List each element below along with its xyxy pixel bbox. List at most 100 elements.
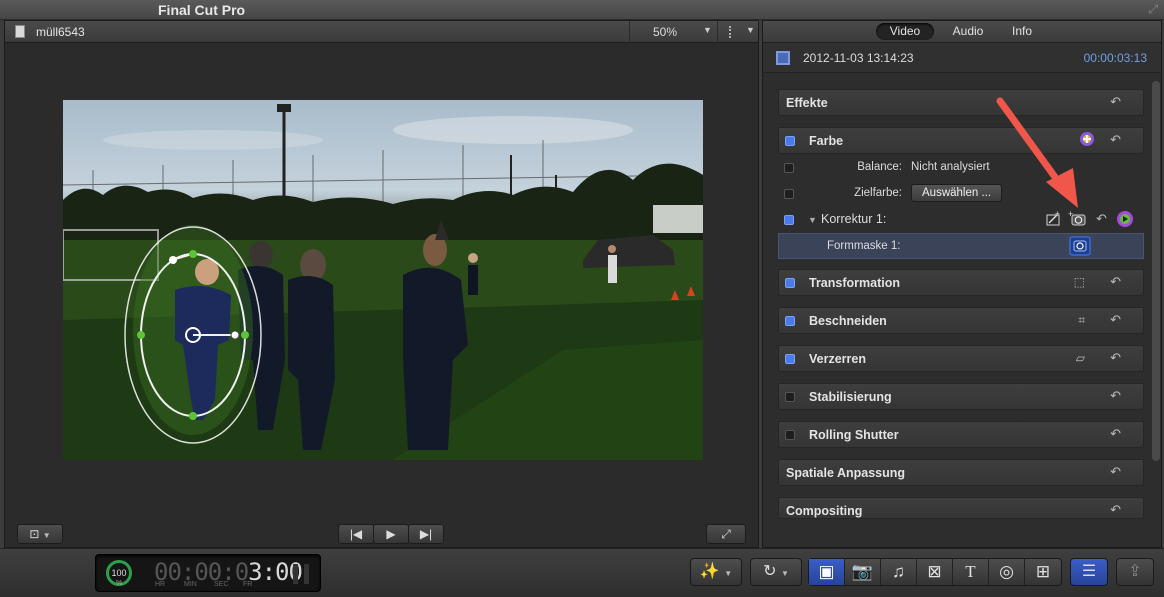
transitions-browser-icon[interactable]: ⊠ (917, 559, 953, 585)
tab-audio[interactable]: Audio (940, 23, 996, 40)
enhancements-button[interactable]: ✨ ▼ (690, 558, 742, 586)
dashboard[interactable]: 100 % 00:00:03:00 HR MIN SEC FR (95, 554, 321, 592)
reset-icon[interactable]: ↶ (1110, 388, 1121, 404)
fullscreen-button[interactable]: ⤢ (706, 524, 746, 544)
progress-value: 100 (111, 568, 127, 578)
reset-icon[interactable]: ↶ (1110, 502, 1121, 518)
beschneiden-enable-checkbox[interactable] (785, 316, 795, 326)
skip-back-icon: |◀ (349, 527, 363, 541)
inspector-scrollbar[interactable] (1152, 81, 1160, 461)
section-stabilisierung[interactable]: Stabilisierung ↶ (778, 383, 1144, 410)
tab-info[interactable]: Info (999, 23, 1045, 40)
title-bar: Final Cut Pro ⤢ (0, 0, 1164, 20)
unit-min: MIN (184, 581, 197, 588)
section-rolling-shutter[interactable]: Rolling Shutter ↶ (778, 421, 1144, 448)
video-clip-icon (776, 51, 790, 65)
reset-icon[interactable]: ↶ (1110, 464, 1121, 480)
viewer-header: müll6543 50% ▼ ▼ (5, 21, 758, 43)
zoom-dropdown-icon[interactable]: ▼ (703, 25, 712, 35)
music-browser-icon[interactable]: ♫ (881, 559, 917, 585)
play-button[interactable]: ▶ (373, 524, 409, 544)
rolling-shutter-enable-checkbox[interactable] (785, 430, 795, 440)
reset-icon[interactable]: ↶ (1110, 350, 1121, 366)
browser-toggle-group: ▣ 📷 ♫ ⊠ T ◎ ⊞ (808, 558, 1062, 586)
section-effekte[interactable]: Effekte ↶ (778, 89, 1144, 116)
retime-button[interactable]: ↻ ▼ (750, 558, 802, 586)
inspector-toggle-button[interactable]: ☰ (1070, 558, 1108, 586)
pause-icon (293, 564, 309, 584)
titles-browser-icon[interactable]: T (953, 559, 989, 585)
section-beschneiden[interactable]: Beschneiden ⌗ ↶ (778, 307, 1144, 334)
section-compositing[interactable]: Compositing ↶ (778, 497, 1144, 519)
annotation-arrow-icon (996, 97, 1078, 208)
formmaske-label: Formmaske 1: (827, 240, 901, 252)
generators-browser-icon[interactable]: ◎ (989, 559, 1025, 585)
color-board-icon[interactable] (1116, 210, 1134, 231)
unit-sec: SEC (214, 581, 229, 588)
section-spatiale-anpassung[interactable]: Spatiale Anpassung ↶ (778, 459, 1144, 486)
section-label: Rolling Shutter (809, 428, 899, 442)
section-label: Farbe (809, 134, 844, 148)
inspector-panel: Video Audio Info 2012-11-03 13:14:23 00:… (762, 20, 1162, 548)
zoom-level[interactable]: 50% (653, 25, 677, 39)
event-browser-icon[interactable]: ▣ (809, 559, 845, 585)
share-icon: ⇪ (1128, 563, 1142, 580)
transform-icon[interactable]: ⬚ (1074, 275, 1085, 289)
transformation-enable-checkbox[interactable] (785, 278, 795, 288)
zielfarbe-checkbox[interactable] (784, 189, 794, 199)
reset-icon[interactable]: ↶ (1110, 274, 1121, 290)
reset-icon[interactable]: ↶ (1110, 426, 1121, 442)
video-frame[interactable] (63, 100, 703, 460)
clip-name: müll6543 (36, 25, 85, 39)
korrektur-row: ▼ Korrektur 1: + + ↶ (778, 207, 1144, 233)
section-label: Beschneiden (809, 314, 887, 328)
divider (629, 21, 630, 43)
dropdown-icon: ▼ (780, 569, 789, 578)
balance-row: Balance: Nicht analysiert (778, 155, 1144, 181)
reset-icon[interactable]: ↶ (1096, 211, 1107, 227)
unit-fr: FR (243, 581, 253, 588)
viewer-overlay-button[interactable]: ⊡ ▼ (17, 524, 63, 544)
final-cut-pro-window: Final Cut Pro ⤢ müll6543 50% ▼ ▼ ⊡ ▼ |◀ … (0, 0, 1164, 597)
formmaske-row[interactable]: Formmaske 1: (778, 233, 1144, 259)
clip-duration: 00:00:03:13 (1083, 51, 1147, 65)
dropdown-icon: ▼ (724, 569, 733, 578)
reset-icon[interactable]: ↶ (1110, 312, 1121, 328)
themes-browser-icon[interactable]: ⊞ (1025, 559, 1061, 585)
stabilisierung-enable-checkbox[interactable] (785, 392, 795, 402)
fullscreen-icon[interactable]: ⤢ (1148, 2, 1158, 17)
reset-icon[interactable]: ↶ (1110, 132, 1121, 148)
inspector-icon: ☰ (1081, 563, 1097, 580)
tab-video[interactable]: Video (876, 23, 934, 40)
go-to-start-button[interactable]: |◀ (338, 524, 374, 544)
clip-info-header: 2012-11-03 13:14:23 00:00:03:13 (763, 43, 1161, 73)
section-label: Stabilisierung (809, 390, 892, 404)
document-icon (15, 25, 25, 38)
shape-mask-toggle-icon[interactable] (1069, 236, 1091, 259)
distort-icon[interactable]: ▱ (1076, 351, 1085, 365)
balance-label: Balance: (857, 161, 902, 173)
inspector-tabs: Video Audio Info (763, 21, 1161, 43)
korrektur-label: Korrektur 1: (821, 212, 887, 226)
korrektur-enable-checkbox[interactable] (784, 215, 794, 225)
go-to-end-button[interactable]: ▶| (408, 524, 444, 544)
crop-icon[interactable]: ⌗ (1078, 313, 1085, 328)
section-verzerren[interactable]: Verzerren ▱ ↶ (778, 345, 1144, 372)
progress-unit: % (116, 580, 123, 587)
bottom-toolbar: 100 % 00:00:03:00 HR MIN SEC FR ✨ ▼ ↻ ▼ … (0, 548, 1164, 597)
play-icon: ▶ (386, 527, 396, 541)
reset-icon[interactable]: ↶ (1110, 94, 1121, 110)
disclosure-triangle-icon[interactable]: ▼ (808, 215, 817, 225)
view-options-icon[interactable] (729, 26, 735, 38)
view-options-dropdown-icon[interactable]: ▼ (746, 25, 755, 35)
divider (717, 21, 718, 43)
photo-browser-icon[interactable]: 📷 (845, 559, 881, 585)
section-farbe[interactable]: Farbe ↶ (778, 127, 1144, 154)
balance-checkbox[interactable] (784, 163, 794, 173)
section-transformation[interactable]: Transformation ⬚ ↶ (778, 269, 1144, 296)
share-button[interactable]: ⇪ (1116, 558, 1154, 586)
farbe-enable-checkbox[interactable] (785, 136, 795, 146)
verzerren-enable-checkbox[interactable] (785, 354, 795, 364)
section-label: Spatiale Anpassung (786, 466, 906, 480)
app-title: Final Cut Pro (158, 2, 246, 18)
